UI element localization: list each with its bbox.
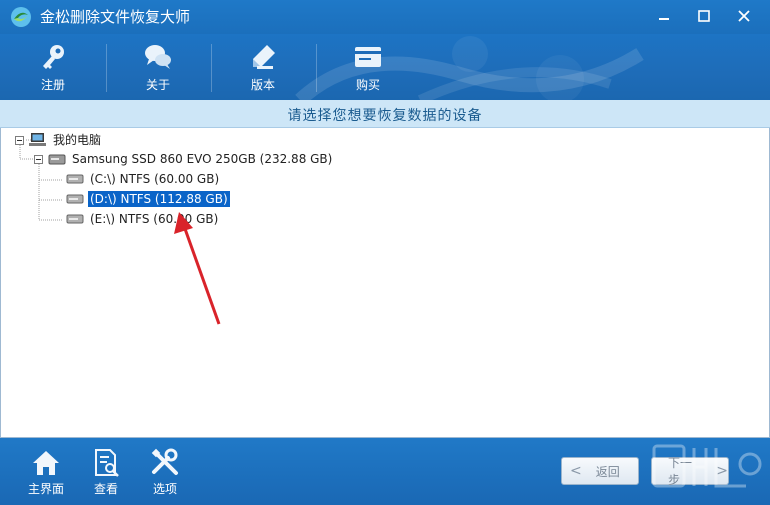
back-label: 返回 — [595, 464, 620, 479]
title-bar: 金松删除文件恢复大师 — [0, 0, 770, 34]
maximize-icon — [698, 10, 710, 22]
device-tree[interactable]: 我的电脑 Samsung SSD 860 EVO 250GB (232.88 G… — [0, 128, 770, 438]
about-button[interactable]: 关于 — [128, 40, 188, 96]
back-button[interactable]: < 返回 — [561, 457, 639, 485]
tools-icon — [151, 448, 178, 475]
key-icon — [43, 45, 64, 69]
prompt-banner: 请选择您想要恢复数据的设备 — [0, 100, 770, 128]
chevron-left-icon: < — [570, 463, 582, 479]
card-icon — [355, 47, 381, 67]
buy-label: 购买 — [355, 78, 380, 92]
toolbar-divider — [106, 44, 107, 92]
toolbar-divider — [211, 44, 212, 92]
register-label: 注册 — [40, 78, 65, 92]
options-label: 选项 — [152, 482, 177, 496]
home-label: 主界面 — [27, 482, 64, 496]
app-logo-icon — [11, 7, 31, 27]
annotation-arrow-icon — [174, 212, 221, 325]
register-button[interactable]: 注册 — [23, 40, 83, 96]
close-icon — [738, 10, 750, 22]
minimize-icon — [659, 18, 669, 20]
minimize-button[interactable] — [650, 4, 678, 28]
watermark-logo-icon — [652, 444, 762, 488]
home-button[interactable]: 主界面 — [21, 446, 71, 500]
chat-bubbles-icon — [145, 45, 171, 69]
prompt-text: 请选择您想要恢复数据的设备 — [287, 108, 483, 124]
document-search-icon — [95, 449, 119, 477]
toolbar: 注册 关于 版本 购买 — [0, 34, 770, 100]
options-button[interactable]: 选项 — [140, 446, 190, 500]
view-button[interactable]: 查看 — [81, 446, 131, 500]
close-button[interactable] — [730, 4, 758, 28]
view-label: 查看 — [93, 482, 118, 496]
home-icon — [33, 451, 59, 475]
app-title: 金松删除文件恢复大师 — [40, 8, 191, 26]
version-button[interactable]: 版本 — [233, 40, 293, 96]
pencil-tag-icon — [253, 45, 275, 69]
maximize-button[interactable] — [690, 4, 718, 28]
about-label: 关于 — [145, 78, 170, 92]
buy-button[interactable]: 购买 — [338, 40, 398, 96]
toolbar-divider — [316, 44, 317, 92]
version-label: 版本 — [250, 78, 275, 92]
